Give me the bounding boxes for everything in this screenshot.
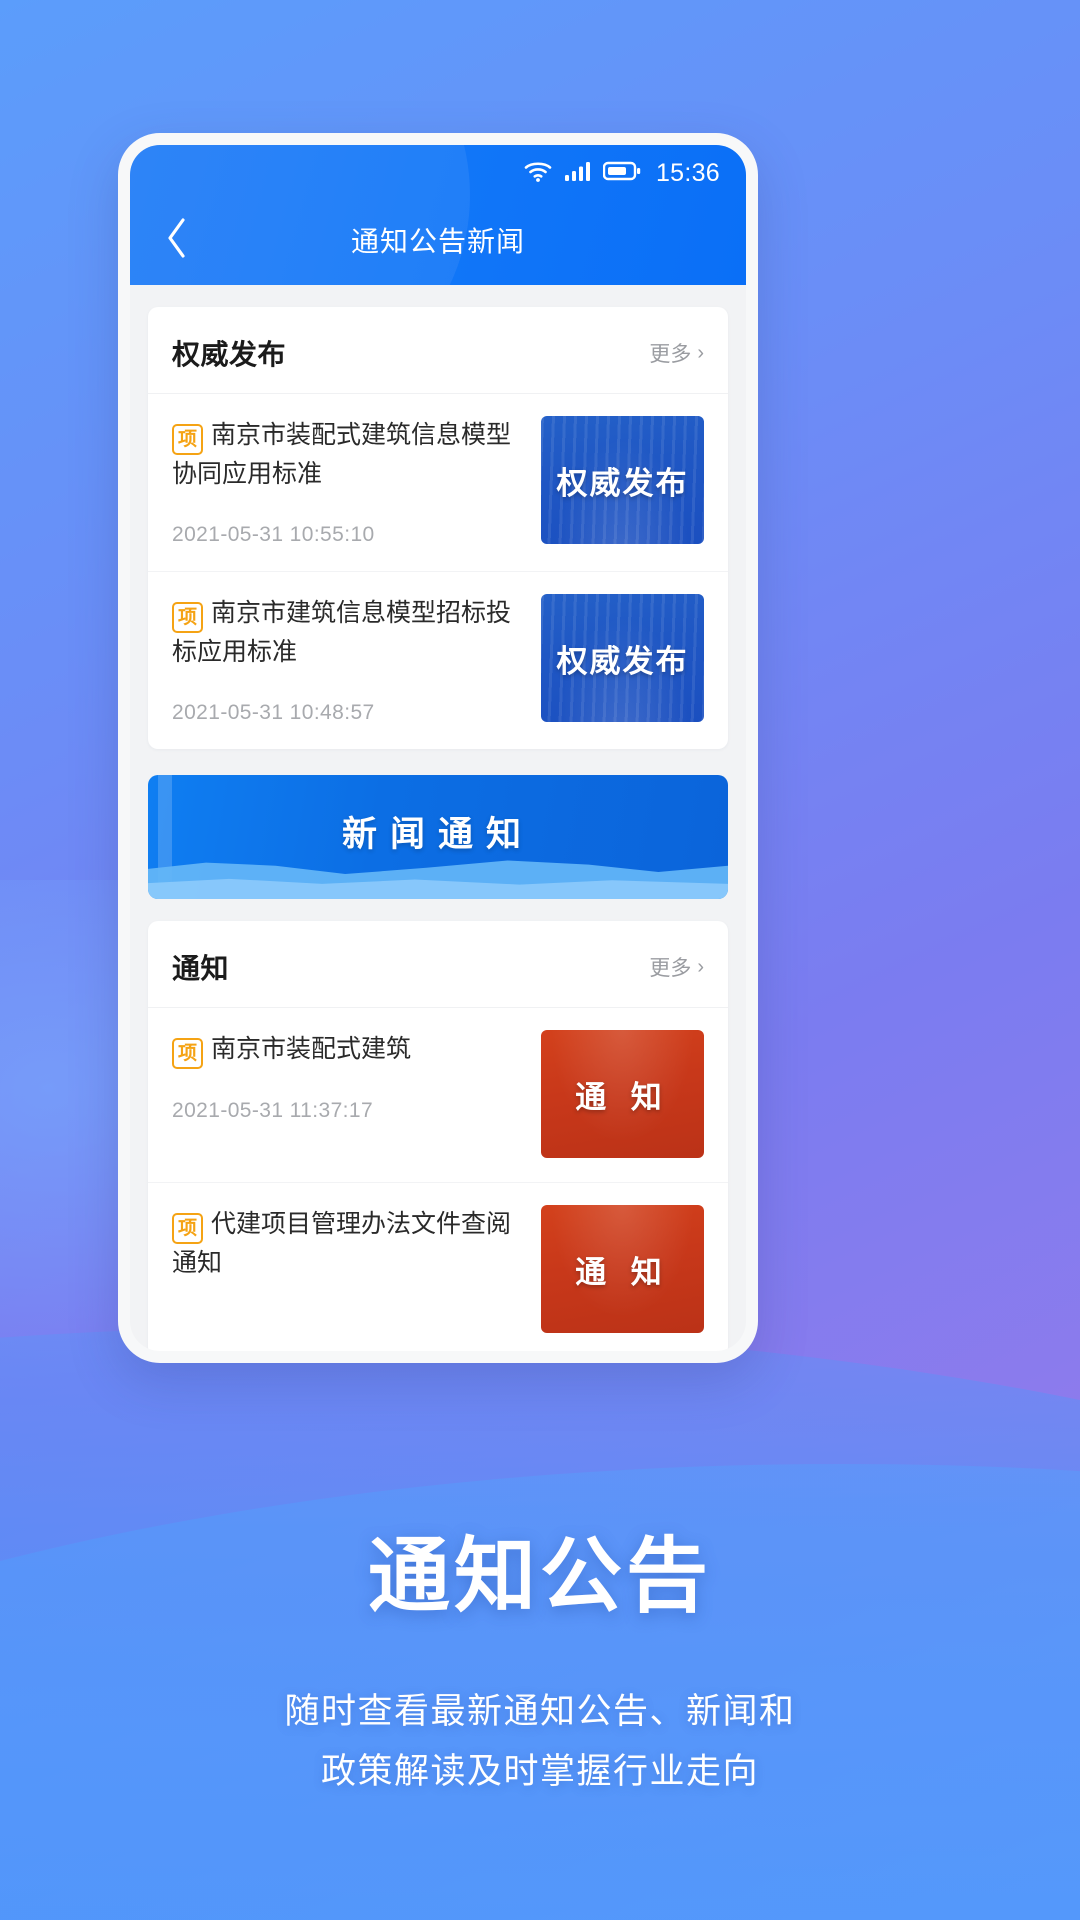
news-thumbnail: 通 知 — [541, 1030, 704, 1158]
more-link-notice[interactable]: 更多 › — [649, 952, 704, 982]
banner-text: 新闻通知 — [341, 814, 534, 854]
section-title: 通知 — [172, 953, 230, 984]
thumbnail-text: 通 知 — [575, 1254, 670, 1290]
top-badge: 项 — [172, 1038, 204, 1069]
chevron-left-icon — [164, 216, 190, 265]
more-label: 更多 — [649, 957, 692, 980]
news-title: 南京市装配式建筑 — [211, 1035, 412, 1063]
news-notice-banner[interactable]: 新闻通知 — [148, 775, 728, 899]
chevron-right-icon: › — [697, 342, 704, 364]
section-header: 权威发布 更多 › — [148, 307, 728, 394]
news-title: 南京市装配式建筑信息模型协同应用标准 — [172, 421, 512, 488]
status-time: 15:36 — [655, 158, 720, 187]
news-date: 2021-05-31 11:37:17 — [172, 1099, 374, 1122]
news-thumbnail: 权威发布 — [541, 416, 704, 544]
more-label: 更多 — [649, 343, 692, 366]
thumbnail-text: 权威发布 — [556, 465, 689, 501]
status-bar: 15:36 — [130, 145, 746, 201]
news-date: 2021-05-31 10:55:10 — [172, 523, 375, 546]
news-title: 南京市建筑信息模型招标投标应用标准 — [172, 599, 512, 666]
more-link-authoritative[interactable]: 更多 › — [649, 338, 704, 368]
battery-icon — [602, 160, 641, 187]
news-content: 项南京市建筑信息模型招标投标应用标准 2021-05-31 10:48:57 — [172, 594, 525, 725]
promo-subtitle-line1: 随时查看最新通知公告、新闻和 — [284, 1691, 796, 1731]
cellular-signal-icon — [564, 159, 592, 188]
section-header: 通知 更多 › — [148, 921, 728, 1008]
news-content: 项代建项目管理办法文件查阅通知 — [172, 1205, 525, 1312]
top-badge: 项 — [172, 602, 204, 633]
news-date: 2021-05-31 10:48:57 — [172, 701, 375, 724]
thumbnail-text: 权威发布 — [556, 643, 689, 679]
phone-screen: 15:36 通知公告新闻 权威发布 更多 › 项 南京市装配式建筑信息模型协同应… — [130, 145, 746, 1351]
list-item[interactable]: 项代建项目管理办法文件查阅通知 通 知 — [148, 1183, 728, 1351]
news-title-wrap: 项南京市装配式建筑 — [172, 1030, 525, 1069]
page-title: 通知公告新闻 — [350, 226, 525, 257]
news-content: 项南京市装配式建筑信息模型协同应用标准 2021-05-31 10:55:10 — [172, 416, 525, 547]
thumbnail-text: 通 知 — [575, 1079, 670, 1115]
news-thumbnail: 通 知 — [541, 1205, 704, 1333]
list-item[interactable]: 项南京市装配式建筑信息模型协同应用标准 2021-05-31 10:55:10 … — [148, 394, 728, 572]
wifi-icon — [523, 159, 553, 188]
list-item[interactable]: 项南京市装配式建筑 2021-05-31 11:37:17 通 知 — [148, 1008, 728, 1183]
news-content: 项南京市装配式建筑 2021-05-31 11:37:17 — [172, 1030, 525, 1123]
section-card-notice: 通知 更多 › 项南京市装配式建筑 2021-05-31 11:37:17 通 … — [148, 921, 728, 1351]
section-card-authoritative: 权威发布 更多 › 项南京市装配式建筑信息模型协同应用标准 2021-05-31… — [148, 307, 728, 749]
phone-mockup: 15:36 通知公告新闻 权威发布 更多 › 项 南京市装配式建筑信息模型协同应… — [118, 133, 758, 1363]
promo-title: 通知公告 — [367, 1530, 712, 1622]
app-topbar: 15:36 通知公告新闻 — [130, 145, 746, 285]
news-title-wrap: 项代建项目管理办法文件查阅通知 — [172, 1205, 525, 1282]
back-button[interactable] — [150, 213, 204, 267]
top-badge: 项 — [172, 1213, 204, 1244]
background-wave-secondary — [0, 1464, 1080, 1920]
news-thumbnail: 权威发布 — [541, 594, 704, 722]
news-title-wrap: 项南京市建筑信息模型招标投标应用标准 — [172, 594, 525, 671]
list-item[interactable]: 项南京市建筑信息模型招标投标应用标准 2021-05-31 10:48:57 权… — [148, 572, 728, 749]
navigation-bar: 通知公告新闻 — [130, 201, 746, 279]
chevron-right-icon: › — [697, 956, 704, 978]
top-badge: 项 — [172, 424, 204, 455]
promo-subtitle-line2: 政策解读及时掌握行业走向 — [320, 1751, 759, 1791]
section-title: 权威发布 — [172, 339, 287, 370]
news-title-wrap: 项南京市装配式建筑信息模型协同应用标准 — [172, 416, 525, 493]
news-title: 代建项目管理办法文件查阅通知 — [172, 1210, 512, 1277]
